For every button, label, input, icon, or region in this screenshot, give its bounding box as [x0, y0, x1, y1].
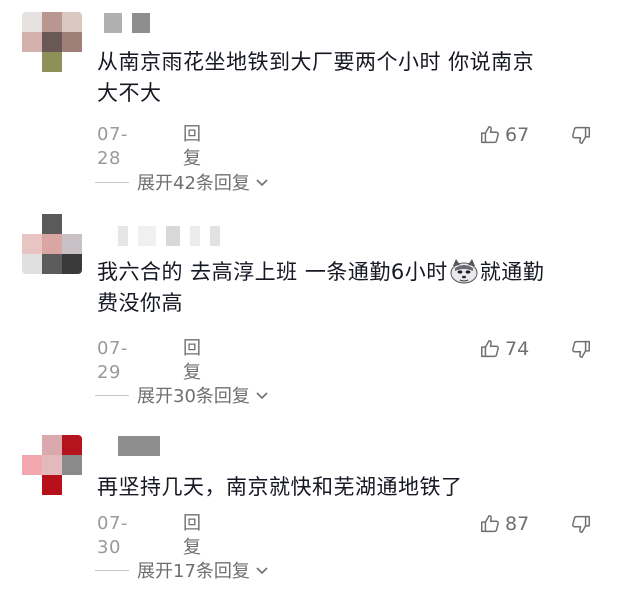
chevron-down-icon: [256, 567, 268, 575]
comment-text: 再坚持几天，南京就快和芜湖通地铁了: [97, 475, 463, 499]
username-redacted[interactable]: [118, 226, 230, 246]
thumbs-down-icon[interactable]: [570, 512, 592, 536]
avatar[interactable]: [22, 435, 82, 495]
divider: [95, 394, 129, 396]
avatar[interactable]: [22, 214, 82, 274]
reply-button[interactable]: 回复: [183, 512, 201, 560]
like-count: 74: [505, 338, 530, 360]
like-button[interactable]: 67: [479, 122, 529, 148]
thumbs-down-icon[interactable]: [570, 337, 592, 361]
username-redacted[interactable]: [118, 436, 170, 456]
thumbs-up-icon: [481, 126, 499, 144]
expand-replies-button[interactable]: 展开30条回复: [95, 383, 270, 407]
divider: [95, 569, 129, 571]
thumbs-up-icon: [481, 515, 499, 533]
comment-date: 07-28: [97, 124, 128, 169]
like-button[interactable]: 87: [479, 511, 529, 537]
avatar[interactable]: [22, 12, 82, 72]
comment-date: 07-29: [97, 338, 128, 383]
like-count: 67: [505, 124, 530, 146]
chevron-down-icon: [256, 179, 268, 187]
reply-button[interactable]: 回复: [183, 337, 201, 385]
like-button[interactable]: 74: [479, 336, 529, 362]
comment-text: 从南京雨花坐地铁到大厂要两个小时 你说南京 大不大: [97, 50, 535, 105]
divider: [95, 181, 129, 183]
reply-button[interactable]: 回复: [183, 123, 201, 171]
thumbs-up-icon: [481, 340, 499, 358]
chevron-down-icon: [256, 392, 268, 400]
comment-date: 07-30: [97, 513, 128, 558]
like-count: 87: [505, 513, 530, 535]
username-redacted[interactable]: [104, 13, 160, 33]
thumbs-down-icon[interactable]: [570, 123, 592, 147]
dog-emoji-icon: [450, 259, 478, 284]
expand-replies-button[interactable]: 展开17条回复: [95, 558, 270, 582]
comment-text: 我六合的 去高淳上班 一条通勤6小时 就通勤 费没你高: [97, 259, 545, 315]
expand-replies-button[interactable]: 展开42条回复: [95, 170, 270, 194]
